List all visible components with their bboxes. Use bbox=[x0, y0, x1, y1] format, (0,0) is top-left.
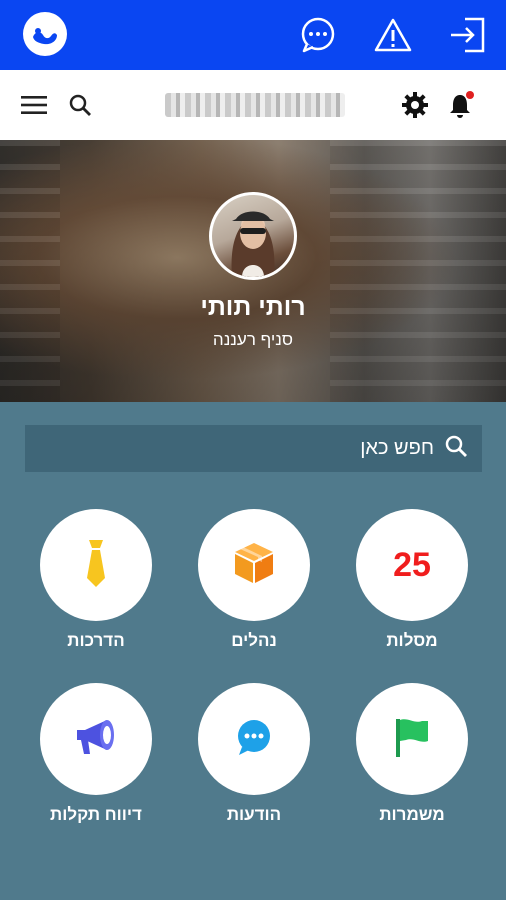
shifts-label: משמרות bbox=[379, 805, 445, 824]
search-icon bbox=[444, 434, 468, 463]
chat-icon bbox=[234, 717, 274, 762]
chat-bubble-icon[interactable] bbox=[297, 14, 339, 56]
search-input[interactable]: חפש כאן bbox=[25, 425, 482, 472]
tie-icon bbox=[81, 538, 111, 593]
trainings-label: הדרכות bbox=[67, 631, 125, 650]
profile-branch: סניף רעננה bbox=[212, 330, 294, 349]
megaphone-icon bbox=[73, 717, 119, 762]
routes-tile[interactable]: 25 bbox=[356, 509, 468, 621]
profile-name: רותי תותי bbox=[200, 293, 306, 321]
flag-icon bbox=[390, 715, 434, 764]
app-logo-icon[interactable] bbox=[23, 12, 67, 56]
fault-report-label: דיווח תקלות bbox=[50, 805, 142, 824]
procedures-tile[interactable] bbox=[198, 509, 310, 621]
gear-icon[interactable] bbox=[398, 88, 432, 122]
blurred-header-text bbox=[165, 93, 345, 117]
shifts-tile[interactable] bbox=[356, 683, 468, 795]
messages-tile[interactable] bbox=[198, 683, 310, 795]
trainings-tile[interactable] bbox=[40, 509, 152, 621]
fault-report-tile[interactable] bbox=[40, 683, 152, 795]
routes-label: מסלות bbox=[386, 631, 438, 650]
avatar[interactable] bbox=[209, 192, 297, 280]
warning-triangle-icon[interactable] bbox=[372, 14, 414, 56]
procedures-label: נהלים bbox=[231, 631, 277, 650]
search-icon[interactable] bbox=[63, 88, 97, 122]
search-placeholder: חפש כאן bbox=[360, 437, 434, 459]
routes-count: 25 bbox=[393, 545, 431, 584]
top-app-bar bbox=[0, 0, 506, 70]
menu-icon[interactable] bbox=[17, 88, 51, 122]
messages-label: הודעות bbox=[226, 805, 282, 824]
bell-icon[interactable] bbox=[444, 88, 478, 122]
box-icon bbox=[231, 540, 277, 591]
logout-icon[interactable] bbox=[446, 14, 488, 56]
